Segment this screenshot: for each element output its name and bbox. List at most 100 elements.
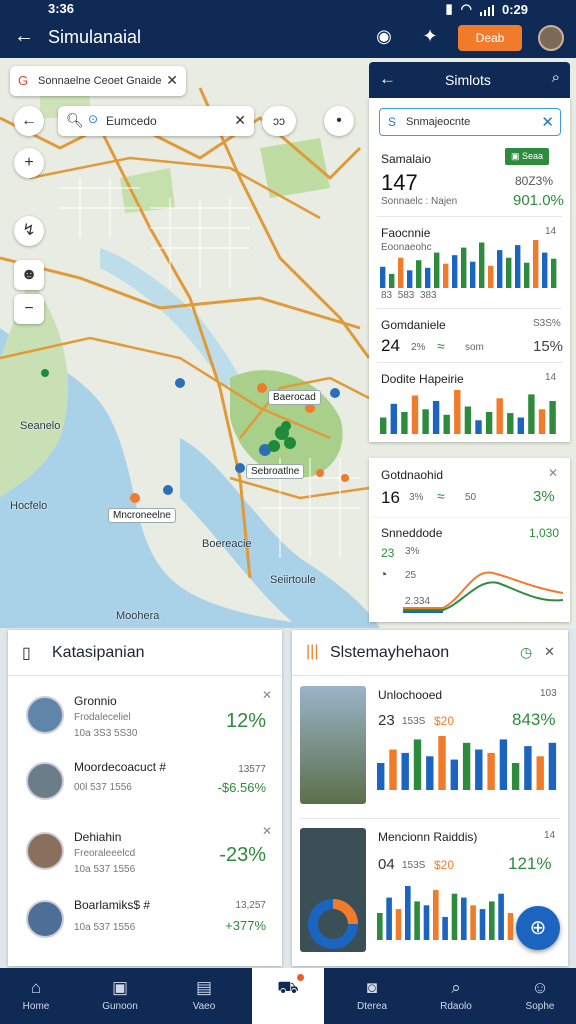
bag-icon: ⛟ [277,978,299,997]
map-callout[interactable]: Sebroatlne [246,464,305,479]
bar [389,273,395,288]
nav-item-rdaolo[interactable]: ⌕ Rdaolo [420,968,492,1024]
block1-num: 103 [540,688,557,699]
list-item[interactable]: Moordecoacuct # 00l 537 1556 13577 -$6.5… [8,748,282,814]
chart-icon: ||| [306,643,319,660]
block2-v2: 153S [402,860,426,871]
close-icon[interactable]: ✕ [548,466,558,480]
summary-value: 147 [381,170,418,195]
card2-sub2: 50 [465,492,477,503]
bar [517,417,524,434]
results-header: ← Simlots ⌕ [369,62,570,98]
back-arrow-icon[interactable]: ← [379,69,396,89]
search-s-icon: S [388,115,397,129]
bar [377,763,385,790]
donut-image [308,899,358,949]
nav-label: Dterea [356,1001,387,1012]
avatar [26,900,64,938]
bar [377,913,383,940]
block1-v3: $20 [434,714,455,728]
search-icon[interactable]: ⌕ [552,69,560,86]
nav-item-gunoon[interactable]: ▣ Gunoon [84,968,156,1024]
bar [496,398,503,434]
zoom-in-button[interactable]: + [14,148,44,178]
cta-button[interactable]: Deab [458,25,522,51]
map-search-input[interactable]: 🔍︎ ⊙ Eumcedo ✕ [58,106,254,136]
bar [386,897,392,940]
close-icon[interactable]: ✕ [262,824,272,838]
close-icon[interactable]: ✕ [166,72,178,89]
close-icon[interactable]: ✕ [262,688,272,702]
bar [549,401,556,434]
add-fab-button[interactable]: ⊕ [516,906,560,950]
item-pct: -$6.56% [217,780,266,795]
layers-icon[interactable]: ✦ [418,26,442,50]
nav-item-shop[interactable]: ⛟ [252,968,324,1024]
search-icon: 🔍︎ [66,112,84,128]
compass-icon[interactable]: ↯ [14,216,44,246]
bar [425,267,431,288]
trend-icon: ≈ [437,488,445,504]
item-pct: -23% [219,844,266,866]
map-callout[interactable]: Baerocad [268,390,321,405]
app-bar: ← Simulanaial ◉ ✦ Deab [0,18,576,58]
card3-pct: 1,030 [529,526,560,540]
signal-icon [479,4,494,16]
line-chart [403,571,563,613]
map-search-value: Eumcedo [106,114,157,128]
nav-item-dterea[interactable]: ◙ Dterea [336,968,408,1024]
map-label: Seiirtoule [270,574,316,586]
nav-label: Sophe [525,1001,555,1012]
bar [413,739,422,790]
back-arrow-icon[interactable]: ← [14,25,34,48]
list-item[interactable]: Gronnio Frodaleceliel 10a 3S3 5S30 12% ✕ [8,682,282,748]
avatar[interactable] [538,25,564,51]
status-badge: ▣ Seaa [505,148,550,165]
item-pct: +377% [225,918,266,933]
block1-v1: 23 [378,712,395,729]
item-name: Boarlamiks$ # [74,898,151,912]
street-view-icon[interactable]: ☻ [14,260,44,290]
map-back-button[interactable]: ← [14,106,44,136]
bar [401,752,409,790]
card2-value: 16 [381,488,400,507]
bar [401,412,408,434]
summary-sub: Sonnaelc : Najen [381,196,458,207]
nav-item-sophe[interactable]: ☺ Sophe [504,968,576,1024]
section2-pct: 15% [533,338,564,355]
bar [489,901,495,940]
badge-label: Seaa [522,151,544,161]
list-item[interactable]: Boarlamiks$ # 10a 537 1556 13,257 +377% [8,886,282,952]
bar [422,409,429,434]
summary-card-2: Gotdnaohid ✕ 16 3% ≈ 50 3% [369,458,570,518]
nav-item-vaeo[interactable]: ▤ Vaeo [168,968,240,1024]
bar [411,395,419,434]
clear-icon[interactable]: ✕ [234,112,246,129]
close-icon[interactable]: ✕ [544,644,555,660]
map-callout[interactable]: Mncroneelne [108,508,176,523]
clear-icon[interactable]: ✕ [541,113,554,131]
bar [438,736,446,790]
bar [450,759,458,790]
bar [507,913,514,940]
list-item[interactable]: Dehiahin Freoraleeelcd 10a 537 1556 -23%… [8,818,282,884]
bar-chart-4 [377,886,514,940]
zoom-out-button[interactable]: − [14,294,44,324]
map-tab-chip[interactable]: G Sonnaelne Ceoet Gnaide ✕ [10,66,186,96]
item-meta: 10a 537 1556 [74,922,136,933]
item-top: 13577 [238,764,266,775]
timer-icon[interactable]: ◷ [520,644,532,661]
summary-card-3: Snneddode 1,030 23 3% ◔ 25 2.334 [369,518,570,622]
block2-pct: 121% [508,854,552,873]
results-card: S Snmajeocnte ✕ Samalaio ▣ Seaa 147 80Z3… [369,98,570,442]
section2-sub1: 2% [411,342,426,353]
item-sub: Freoraleeelcd [74,848,136,859]
bar [470,261,476,288]
map-filter-chip[interactable]: ɔɔ [262,106,296,136]
bar [452,255,458,288]
more-icon[interactable]: • [324,106,354,136]
nav-item-home[interactable]: ⌂ Home [0,968,72,1024]
results-search-input[interactable]: S Snmajeocnte ✕ [379,108,561,136]
bar [499,739,508,790]
location-pin-icon[interactable]: ◉ [372,26,396,50]
